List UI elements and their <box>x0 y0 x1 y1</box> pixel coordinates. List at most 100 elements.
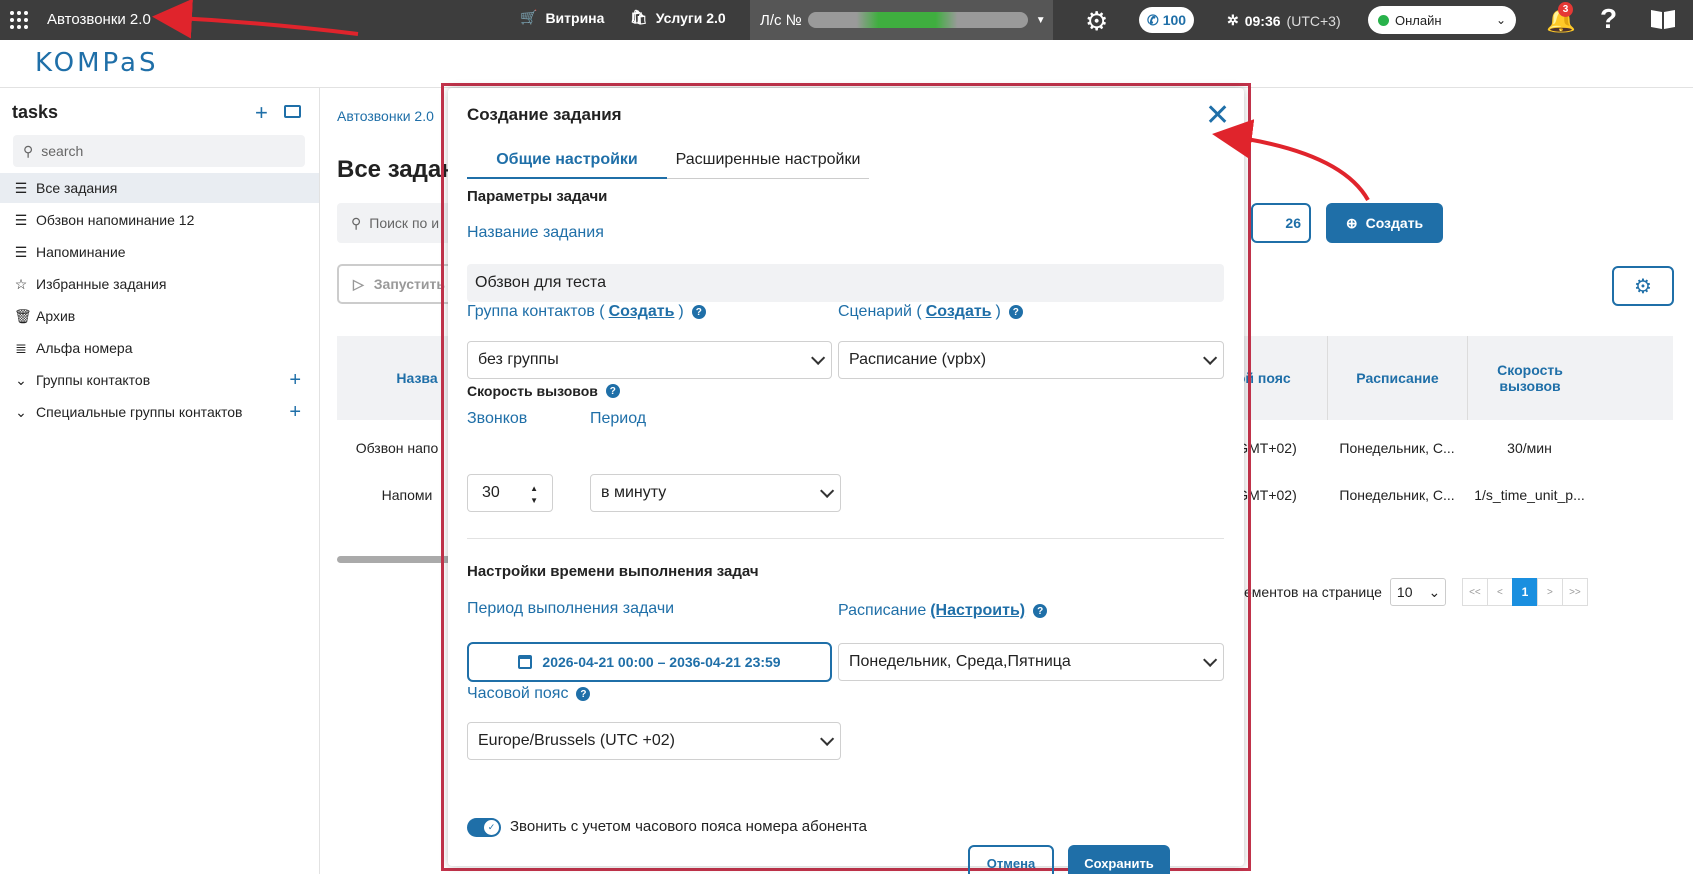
section-time-settings: Настройки времени выполнения задач <box>467 563 759 580</box>
create-scenario-link[interactable]: Создать <box>926 303 992 321</box>
task-name-input[interactable]: Обзвон для теста <box>467 264 1224 302</box>
create-button[interactable]: ⊕ Создать <box>1326 203 1443 243</box>
star-icon: ☆ <box>14 275 28 292</box>
subscriber-timezone-toggle[interactable]: ✓ <box>467 818 501 837</box>
chevron-down-icon: ⌄ <box>15 403 27 420</box>
page-button-current[interactable]: 1 <box>1511 578 1538 606</box>
help-icon[interactable]: ? <box>1600 3 1617 35</box>
cancel-button[interactable]: Отмена <box>968 845 1054 874</box>
clock: ✲ 09:36 (UTC+3) <box>1227 12 1341 29</box>
help-icon[interactable]: ? <box>576 687 591 701</box>
period-label: Период <box>590 410 647 427</box>
scenario-select[interactable]: Расписание (vpbx) <box>838 341 1224 379</box>
apps-grid-icon[interactable] <box>10 11 28 29</box>
play-icon: ▷ <box>353 275 364 292</box>
table-settings-icon[interactable]: ⚙ <box>1612 266 1674 306</box>
next-page-button[interactable]: > <box>1536 578 1563 606</box>
help-icon[interactable]: ? <box>1008 305 1023 319</box>
per-page-select[interactable]: 10 ⌄ <box>1389 578 1446 606</box>
chevron-down-icon <box>820 731 835 746</box>
sidebar-item-alpha-numbers[interactable]: ≣ Альфа номера <box>0 333 319 363</box>
list-icon: ☰ <box>14 243 28 260</box>
save-button[interactable]: Сохранить <box>1068 845 1170 874</box>
timezone-label: Часовой пояс ? <box>467 685 591 703</box>
services-link[interactable]: 🛍 Услуги 2.0 <box>630 9 726 26</box>
online-dot-icon <box>1378 14 1389 26</box>
section-task-params: Параметры задачи <box>467 188 608 205</box>
timezone-select[interactable]: Europe/Brussels (UTC +02) <box>467 722 841 760</box>
list-icon: ☰ <box>14 179 28 196</box>
chevron-down-icon: ⌄ <box>1495 13 1506 27</box>
modal-tabs: Общие настройки Расширенные настройки <box>467 151 869 179</box>
exec-period-label: Период выполнения задачи <box>467 600 675 617</box>
list-icon: ☰ <box>14 211 28 228</box>
pagination: элементов на странице 10 ⌄ << < 1 > >> <box>1229 578 1588 606</box>
exec-period-picker[interactable]: 2026-04-21 00:00 – 2036-04-21 23:59 <box>467 642 832 682</box>
top-bar: Автозвонки 2.0 🛒 Витрина 🛍 Услуги 2.0 Л/с … <box>0 0 1693 40</box>
subscriber-timezone-label: Звонить с учетом часового пояса номера а… <box>510 818 867 835</box>
configure-schedule-link[interactable]: (Настроить) <box>930 602 1025 620</box>
calendar-icon <box>518 655 533 669</box>
contact-group-select[interactable]: без группы <box>467 341 832 379</box>
sidebar-item-contact-groups[interactable]: ⌄ Группы контактов + <box>0 365 319 395</box>
trash-icon: 🗑 <box>14 307 32 324</box>
add-task-icon[interactable]: + <box>255 100 268 126</box>
sidebar-item-archive[interactable]: 🗑 Архив <box>0 301 319 331</box>
folder-icon[interactable] <box>284 105 301 118</box>
task-name-label: Название задания <box>467 224 604 241</box>
number-list-icon: ≣ <box>15 339 27 356</box>
chevron-down-icon: ⌄ <box>1428 583 1441 600</box>
create-task-modal: Создание задания ✕ Общие настройки Расши… <box>448 88 1244 874</box>
section-divider <box>467 538 1224 539</box>
network-icon: ✲ <box>1227 12 1239 28</box>
add-special-group-icon[interactable]: + <box>289 401 301 424</box>
tab-general-settings[interactable]: Общие настройки <box>467 151 667 179</box>
bell-icon[interactable]: 🔔 3 <box>1546 2 1576 35</box>
chevron-down-icon <box>1203 350 1218 365</box>
column-header-speed[interactable]: Скорость вызовов <box>1467 336 1592 420</box>
schedule-select[interactable]: Понедельник, Среда,Пятница <box>838 643 1224 681</box>
calls-counter[interactable]: ✆ 100 <box>1139 7 1194 33</box>
book-icon[interactable] <box>1650 8 1676 30</box>
stepper-arrows-icon[interactable]: ▲ ▼ <box>530 483 538 507</box>
calls-stepper[interactable]: 30 ▲ ▼ <box>467 474 553 512</box>
help-icon[interactable]: ? <box>691 305 706 319</box>
account-selector[interactable]: Л/с № ▼ <box>750 0 1053 40</box>
sidebar-item-reminder[interactable]: ☰ Напоминание <box>0 237 319 267</box>
prev-page-button[interactable]: < <box>1486 578 1513 606</box>
sidebar-item-reminder-12[interactable]: ☰ Обзвон напоминание 12 <box>0 205 319 235</box>
last-page-button[interactable]: >> <box>1561 578 1588 606</box>
app-title[interactable]: Автозвонки 2.0 <box>47 11 151 28</box>
help-icon[interactable]: ? <box>605 384 620 398</box>
sidebar-item-special-contact-groups[interactable]: ⌄ Специальные группы контактов + <box>0 397 319 427</box>
add-contact-group-icon[interactable]: + <box>289 369 301 392</box>
chevron-down-icon <box>1203 652 1218 667</box>
chevron-down-icon <box>820 483 835 498</box>
table-cell[interactable]: Обзвон напо <box>337 440 457 456</box>
check-icon: ✓ <box>484 820 499 835</box>
status-select[interactable]: Онлайн ⌄ <box>1368 6 1516 34</box>
showcase-link[interactable]: 🛒 Витрина <box>520 9 604 26</box>
chevron-down-icon: ▼ <box>1035 14 1046 26</box>
services-icon: 🛍 <box>630 9 648 25</box>
call-speed-label: Скорость вызовов ? <box>467 383 620 399</box>
close-icon[interactable]: ✕ <box>1205 101 1230 131</box>
phone-icon: ✆ <box>1146 11 1159 28</box>
sidebar-title: tasks <box>12 102 59 122</box>
date-filter-button[interactable]: 26 <box>1251 203 1311 243</box>
help-icon[interactable]: ? <box>1033 604 1048 618</box>
sidebar-item-favorites[interactable]: ☆ Избранные задания <box>0 269 319 299</box>
create-contact-group-link[interactable]: Создать <box>609 303 675 321</box>
sidebar-item-all-tasks[interactable]: ☰ Все задания <box>0 173 319 203</box>
period-select[interactable]: в минуту <box>590 474 841 512</box>
page-title: Все задан <box>337 156 456 183</box>
settings-gear-icon[interactable]: ⚙ <box>1085 6 1108 37</box>
schedule-label: Расписание (Настроить) ? <box>838 602 1048 620</box>
column-header-schedule[interactable]: Расписание <box>1327 336 1467 420</box>
search-icon: ⚲ <box>351 214 362 231</box>
breadcrumb[interactable]: Автозвонки 2.0 <box>337 108 434 124</box>
chevron-down-icon: ⌄ <box>15 371 27 388</box>
first-page-button[interactable]: << <box>1461 578 1488 606</box>
tab-advanced-settings[interactable]: Расширенные настройки <box>667 151 869 179</box>
sidebar-search-input[interactable]: ⚲ search <box>13 135 305 167</box>
